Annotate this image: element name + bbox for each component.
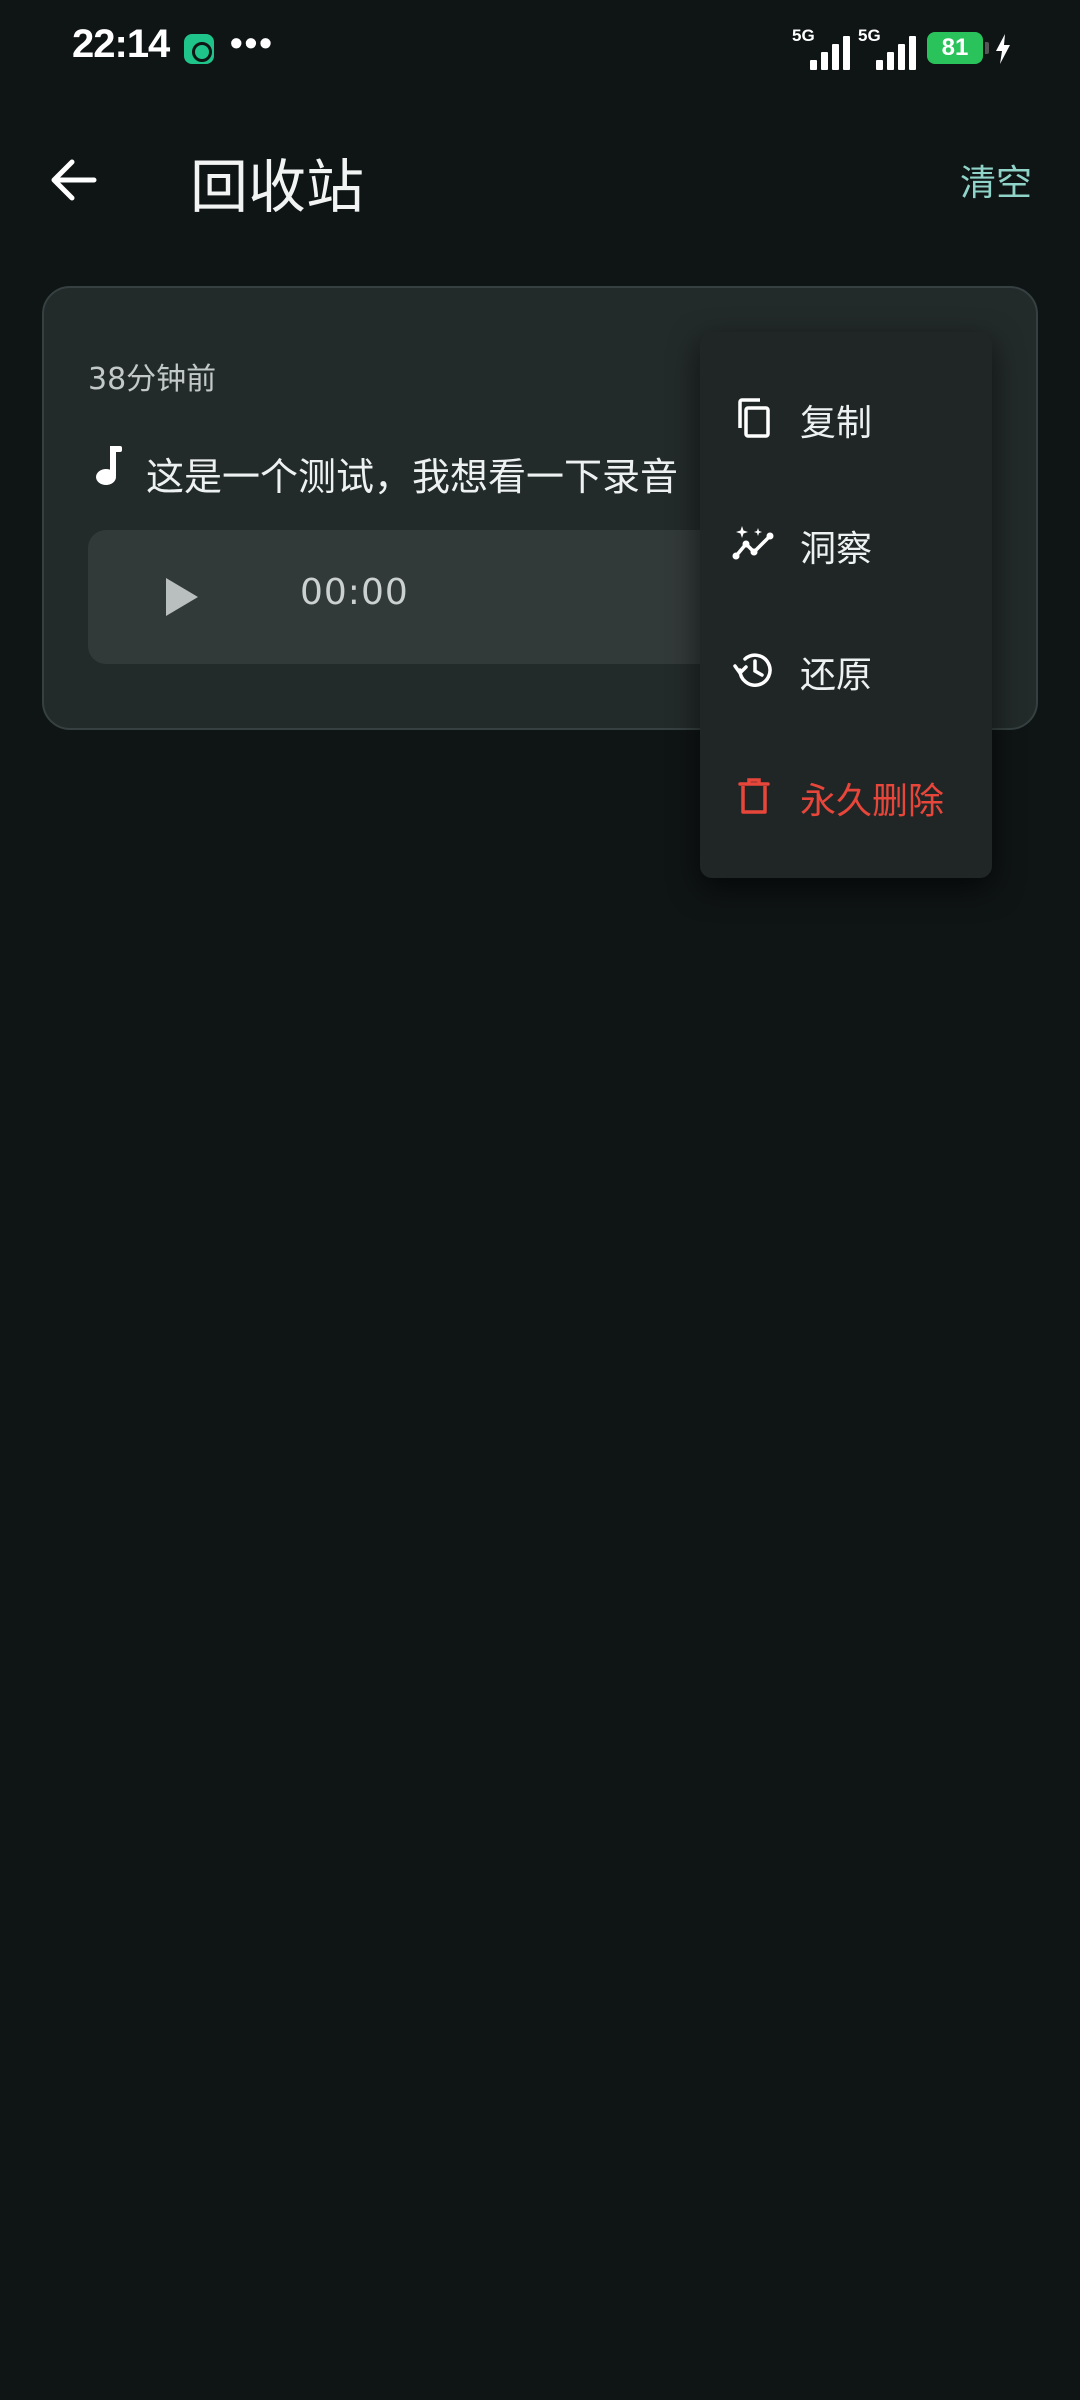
playback-time: 00:00 — [300, 572, 409, 613]
recording-transcript: 这是一个测试，我想看一下录音 — [146, 455, 679, 499]
app-notification-icon — [184, 34, 214, 64]
back-button[interactable] — [40, 146, 108, 214]
music-note-icon — [96, 446, 122, 485]
menu-item-label: 永久删除 — [800, 781, 945, 822]
page-title: 回收站 — [190, 153, 365, 221]
battery-icon: 81 — [927, 32, 989, 64]
network-type-label: 5G — [792, 26, 815, 45]
recording-timestamp: 38分钟前 — [88, 362, 217, 397]
menu-item-delete-permanently[interactable]: 永久删除 — [700, 738, 992, 848]
context-menu: 复制 洞察 还原 永久删除 — [700, 332, 992, 878]
menu-item-label: 洞察 — [800, 529, 873, 570]
restore-icon — [733, 653, 772, 687]
menu-item-restore[interactable]: 还原 — [700, 612, 992, 722]
menu-item-insight[interactable]: 洞察 — [700, 486, 992, 596]
clear-all-button[interactable]: 清空 — [960, 154, 1032, 206]
menu-item-label: 还原 — [800, 655, 873, 696]
app-bar: 回收站 清空 — [0, 120, 1080, 240]
play-button[interactable] — [158, 574, 204, 620]
trash-icon — [738, 778, 770, 814]
signal-5g-icon: 5G — [858, 26, 918, 70]
charging-icon — [996, 34, 1010, 64]
copy-icon — [738, 398, 770, 438]
signal-5g-icon: 5G — [792, 26, 852, 70]
menu-item-label: 复制 — [800, 403, 873, 444]
status-bar: 22:14 ••• 5G 5G 81 — [0, 0, 1080, 100]
insight-icon — [732, 526, 774, 560]
arrow-left-icon — [51, 159, 97, 201]
network-type-label: 5G — [858, 26, 881, 45]
menu-item-copy[interactable]: 复制 — [700, 360, 992, 470]
status-time: 22:14 — [72, 22, 170, 66]
play-icon — [166, 578, 198, 616]
more-notifications-icon: ••• — [230, 22, 274, 63]
